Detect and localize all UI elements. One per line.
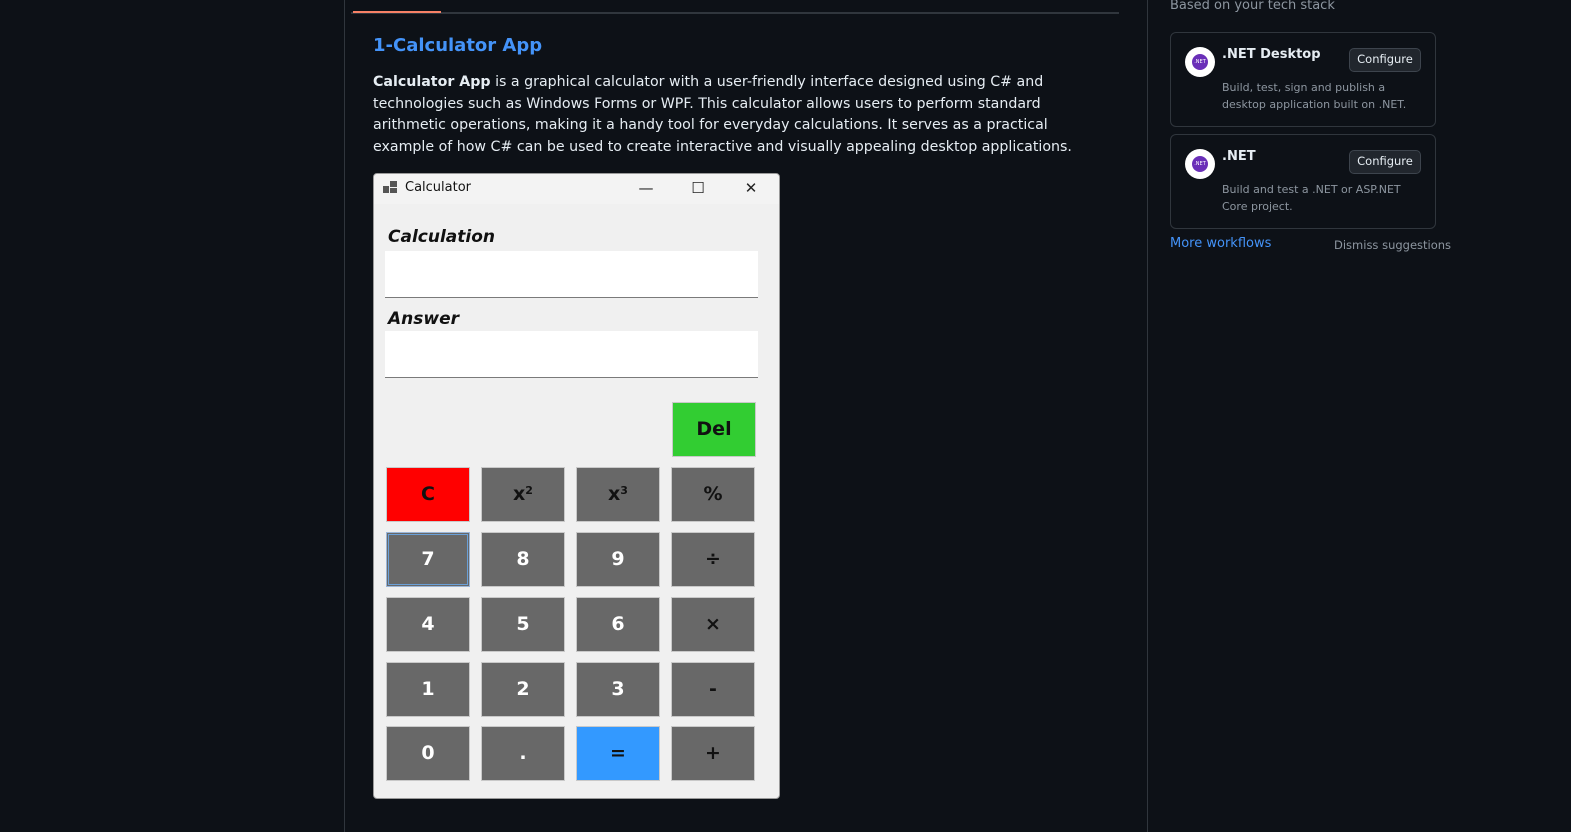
card-description: Build and test a .NET or ASP.NET Core pr… (1222, 183, 1401, 213)
dotnet-logo-icon: .NET (1185, 47, 1215, 77)
tab-underline (351, 12, 1119, 14)
card-title: .NET (1222, 149, 1256, 164)
minimize-icon[interactable]: — (621, 174, 671, 204)
percent-button[interactable]: % (671, 467, 755, 522)
cube-base: x (608, 483, 621, 505)
multiply-button[interactable]: × (671, 597, 755, 652)
workflow-card-net-desktop: .NET .NET Desktop Configure Build, test,… (1170, 32, 1436, 127)
plus-button[interactable]: + (671, 726, 755, 781)
logo-text: .NET (1192, 156, 1208, 172)
divide-button[interactable]: ÷ (671, 532, 755, 587)
title-bar: Calculator — ☐ ✕ (374, 174, 779, 204)
description-paragraph: Calculator App is a graphical calculator… (373, 72, 1093, 158)
square-button[interactable]: x2 (481, 467, 565, 522)
seven-button[interactable]: 7 (386, 532, 470, 587)
del-button[interactable]: Del (672, 402, 756, 457)
sidebar-heading: Based on your tech stack (1170, 0, 1335, 13)
maximize-icon[interactable]: ☐ (673, 174, 723, 204)
answer-field[interactable] (385, 331, 758, 378)
square-exponent: 2 (525, 484, 533, 497)
equals-button[interactable]: = (576, 726, 660, 781)
close-icon[interactable]: ✕ (726, 174, 776, 204)
calculation-field[interactable] (385, 251, 758, 298)
calculator-window: Calculator — ☐ ✕ Calculation Answer Del … (373, 173, 780, 799)
workflow-card-net: .NET .NET Configure Build and test a .NE… (1170, 134, 1436, 229)
calculation-label: Calculation (388, 227, 495, 247)
configure-button[interactable]: Configure (1349, 48, 1421, 72)
four-button[interactable]: 4 (386, 597, 470, 652)
active-tab-indicator (353, 11, 441, 13)
configure-button[interactable]: Configure (1349, 150, 1421, 174)
three-button[interactable]: 3 (576, 662, 660, 717)
cube-exponent: 3 (620, 484, 628, 497)
section-heading[interactable]: 1-Calculator App (373, 35, 542, 56)
five-button[interactable]: 5 (481, 597, 565, 652)
card-title: .NET Desktop (1222, 47, 1321, 62)
dot-button[interactable]: . (481, 726, 565, 781)
two-button[interactable]: 2 (481, 662, 565, 717)
nine-button[interactable]: 9 (576, 532, 660, 587)
card-description: Build, test, sign and publish a desktop … (1222, 81, 1407, 111)
more-workflows-link[interactable]: More workflows (1170, 236, 1271, 251)
eight-button[interactable]: 8 (481, 532, 565, 587)
six-button[interactable]: 6 (576, 597, 660, 652)
dismiss-suggestions-link[interactable]: Dismiss suggestions (1334, 238, 1451, 252)
minus-button[interactable]: - (671, 662, 755, 717)
answer-label: Answer (388, 309, 459, 329)
app-name-bold: Calculator App (373, 74, 491, 90)
zero-button[interactable]: 0 (386, 726, 470, 781)
one-button[interactable]: 1 (386, 662, 470, 717)
app-icon (383, 181, 397, 193)
square-base: x (513, 483, 526, 505)
logo-text: .NET (1192, 54, 1208, 70)
dotnet-logo-icon: .NET (1185, 149, 1215, 179)
window-title: Calculator (405, 180, 472, 195)
cube-button[interactable]: x3 (576, 467, 660, 522)
clear-button[interactable]: C (386, 467, 470, 522)
